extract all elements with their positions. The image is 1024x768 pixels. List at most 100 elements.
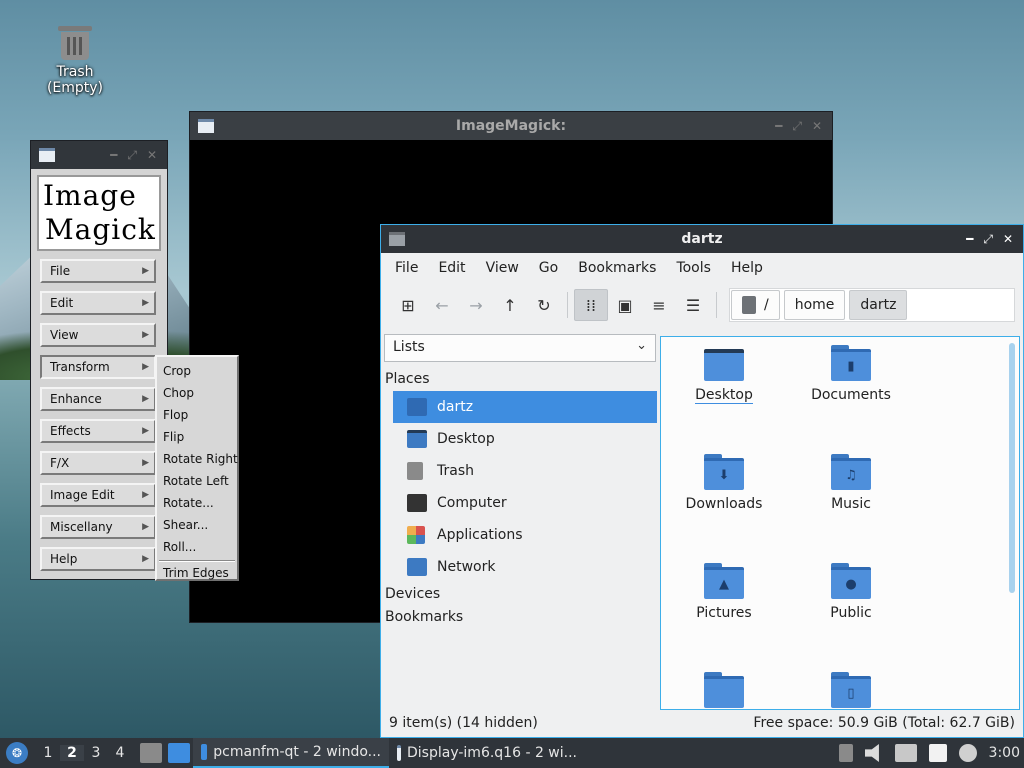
menu-item-crop[interactable]: Crop [157,361,237,383]
menu-view[interactable]: View [476,260,529,276]
menu-bookmarks[interactable]: Bookmarks [568,260,666,276]
file-button[interactable]: File ▶ [40,259,156,283]
submenu-arrow-icon: ▶ [142,330,149,340]
enhance-button[interactable]: Enhance ▶ [40,387,156,411]
file-manager-window[interactable]: dartz ━ ⤢ ✕ File Edit View Go Bookmarks … [380,224,1024,738]
workspace-1[interactable]: 1 [36,745,60,761]
close-icon[interactable]: ✕ [147,148,157,163]
titlebar[interactable]: ━ ⤢ ✕ [31,141,167,169]
close-icon[interactable]: ✕ [812,119,822,134]
eject-icon[interactable] [838,744,853,762]
minimize-icon[interactable]: ━ [110,148,117,163]
submenu-arrow-icon: ▶ [142,298,149,308]
start-menu-icon[interactable]: ❂ [6,742,28,764]
menu-tools[interactable]: Tools [666,260,721,276]
imagemagick-logo: Image Magick [37,175,161,251]
menu-item-flop[interactable]: Flop [157,405,237,427]
path-root-button[interactable]: / [731,290,780,320]
task-pcmanfm[interactable]: pcmanfm-qt - 2 windo... [193,738,389,768]
fx-button[interactable]: F/X ▶ [40,451,156,475]
menu-help[interactable]: Help [721,260,773,276]
icon-view-icon[interactable]: ⁞⁞ [574,289,608,321]
titlebar[interactable]: ImageMagick: ━ ⤢ ✕ [190,112,832,140]
menu-bar: File Edit View Go Bookmarks Tools Help [381,253,1023,283]
menu-file[interactable]: File [385,260,428,276]
file-item-public[interactable]: ● Public [791,563,911,621]
place-trash[interactable]: Trash [393,455,657,487]
miscellany-button[interactable]: Miscellany ▶ [40,515,156,539]
new-tab-icon[interactable]: ⊞ [391,289,425,321]
maximize-icon[interactable]: ⤢ [127,148,137,163]
workspace-2[interactable]: 2 [60,745,84,761]
maximize-icon[interactable]: ⤢ [792,119,802,134]
edit-button[interactable]: Edit ▶ [40,291,156,315]
titlebar[interactable]: dartz ━ ⤢ ✕ [381,225,1023,253]
network-status-icon[interactable] [894,744,917,762]
close-icon[interactable]: ✕ [1003,232,1013,247]
place-desktop[interactable]: Desktop [393,423,657,455]
menu-item-chop[interactable]: Chop [157,383,237,405]
menu-item-roll[interactable]: Roll... [157,537,237,559]
file-item-partial[interactable] [664,672,784,709]
place-applications[interactable]: Applications [393,519,657,551]
thumbnail-view-icon[interactable]: ▣ [608,289,642,321]
file-item-documents[interactable]: ▮ Documents [791,345,911,403]
minimize-icon[interactable]: ━ [775,119,782,134]
file-item-downloads[interactable]: ⬇ Downloads [664,454,784,512]
file-item-desktop[interactable]: Desktop [664,345,784,404]
desktop-trash[interactable]: Trash (Empty) [28,22,122,96]
vertical-scrollbar[interactable] [1009,343,1015,593]
submenu-arrow-icon: ▶ [142,490,149,500]
imagemagick-commands-window[interactable]: ━ ⤢ ✕ Image Magick File ▶ Edit ▶ View ▶ Tra… [30,140,168,580]
clock[interactable]: 3:00 [989,745,1020,761]
effects-button[interactable]: Effects ▶ [40,419,156,443]
detailed-list-view-icon[interactable]: ☰ [676,289,710,321]
compact-view-icon[interactable]: ≡ [642,289,676,321]
devices-header[interactable]: Devices [383,583,659,606]
image-edit-button[interactable]: Image Edit ▶ [40,483,156,507]
window-icon [39,148,55,162]
reload-icon[interactable]: ↻ [527,289,561,321]
place-network[interactable]: Network [393,551,657,583]
file-item-partial[interactable]: ▯ [791,672,911,709]
menu-item-rotate-left[interactable]: Rotate Left [157,471,237,493]
folder-icon [201,744,208,760]
file-manager-launcher-icon[interactable] [140,743,162,763]
show-desktop-icon[interactable] [168,743,190,763]
toolbar: ⊞ ← → ↑ ↻ ⁞⁞ ▣ ≡ ☰ / home dartz [381,283,1023,327]
help-button[interactable]: Help ▶ [40,547,156,571]
menu-item-flip[interactable]: Flip [157,427,237,449]
menu-item-trim-edges[interactable]: Trim Edges [157,563,237,585]
submenu-arrow-icon: ▶ [142,458,149,468]
workspace-3[interactable]: 3 [84,745,108,761]
menu-item-rotate-right[interactable]: Rotate Right [157,449,238,471]
transform-submenu[interactable]: Crop Chop Flop Flip Rotate Right Rotate … [155,355,239,581]
menu-edit[interactable]: Edit [428,260,475,276]
view-button[interactable]: View ▶ [40,323,156,347]
up-arrow-icon[interactable]: ↑ [493,289,527,321]
bookmarks-header[interactable]: Bookmarks [383,606,659,629]
side-pane-mode-select[interactable]: Lists ⌄ [384,334,656,362]
menu-go[interactable]: Go [529,260,568,276]
transform-button[interactable]: Transform ▶ [40,355,156,379]
maximize-icon[interactable]: ⤢ [983,232,993,247]
forward-arrow-icon[interactable]: → [459,289,493,321]
workspace-4[interactable]: 4 [108,745,132,761]
file-item-pictures[interactable]: ▲ Pictures [664,563,784,621]
path-segment-home[interactable]: home [783,290,846,320]
clipboard-icon[interactable] [928,744,947,762]
place-computer[interactable]: Computer [393,487,657,519]
places-header[interactable]: Places [383,368,659,391]
menu-item-shear[interactable]: Shear... [157,515,237,537]
task-display-im6[interactable]: Display-im6.q16 - 2 wi... [389,738,585,768]
menu-item-rotate[interactable]: Rotate... [157,493,237,515]
minimize-icon[interactable]: ━ [966,232,973,247]
volume-icon[interactable] [864,744,879,762]
file-view[interactable]: Desktop ▮ Documents ⬇ Downloads ♫ Music … [660,336,1020,710]
back-arrow-icon[interactable]: ← [425,289,459,321]
place-dartz[interactable]: dartz [393,391,657,423]
update-notifier-icon[interactable] [958,744,977,762]
path-segment-dartz[interactable]: dartz [849,290,908,320]
folder-window-icon [389,232,405,246]
file-item-music[interactable]: ♫ Music [791,454,911,512]
